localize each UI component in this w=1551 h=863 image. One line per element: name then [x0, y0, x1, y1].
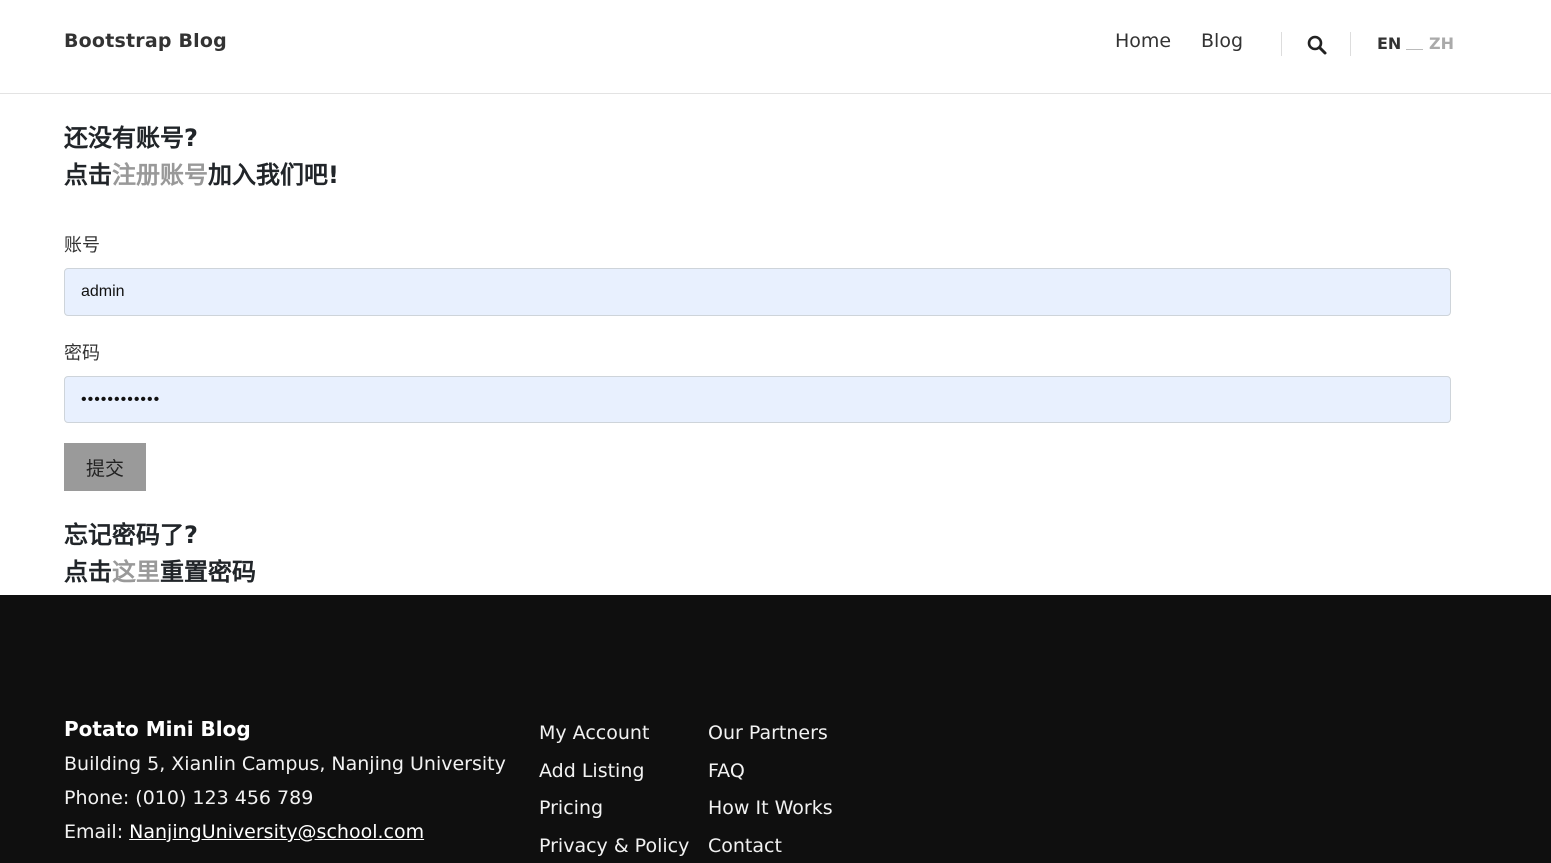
forgot-prefix: 点击: [64, 558, 112, 586]
reset-prompt: 忘记密码了? 点击这里重置密码: [64, 517, 256, 591]
account-input[interactable]: [64, 268, 1451, 316]
footer-email: Email: NanjingUniversity@school.com: [64, 821, 424, 843]
list-item: Add Listing: [539, 760, 689, 798]
navbar: Bootstrap Blog Home Blog EN ZH: [0, 0, 1551, 94]
submit-button[interactable]: 提交: [64, 443, 146, 491]
list-item: Our Partners: [708, 722, 833, 760]
footer-link-contact[interactable]: Contact: [708, 835, 782, 857]
signup-prompt: 还没有账号? 点击注册账号加入我们吧!: [64, 120, 339, 194]
footer-email-label: Email:: [64, 821, 130, 843]
lang-divider: [1406, 49, 1423, 50]
footer-link-faq[interactable]: FAQ: [708, 760, 745, 782]
footer-email-link[interactable]: NanjingUniversity@school.com: [129, 821, 424, 843]
forgot-suffix: 重置密码: [160, 558, 256, 586]
lang-en-link[interactable]: EN: [1377, 34, 1401, 53]
password-label: 密码: [64, 343, 100, 364]
footer-link-how-it-works[interactable]: How It Works: [708, 797, 833, 819]
list-item: My Account: [539, 722, 689, 760]
footer-phone: Phone: (010) 123 456 789: [64, 787, 314, 809]
reset-password-link[interactable]: 这里: [112, 558, 160, 586]
nav-divider: [1281, 32, 1282, 56]
search-icon[interactable]: [1306, 34, 1328, 56]
list-item: Contact: [708, 835, 833, 863]
list-item: Privacy & Policy: [539, 835, 689, 863]
nav-blog-link[interactable]: Blog: [1201, 30, 1243, 52]
list-item: FAQ: [708, 760, 833, 798]
footer-title: Potato Mini Blog: [64, 717, 251, 741]
footer-links-col1: My Account Add Listing Pricing Privacy &…: [539, 722, 689, 863]
footer-link-pricing[interactable]: Pricing: [539, 797, 603, 819]
nav-divider: [1350, 32, 1351, 56]
signup-suffix: 加入我们吧!: [208, 161, 339, 189]
signup-question: 还没有账号?: [64, 124, 198, 152]
brand-logo[interactable]: Bootstrap Blog: [64, 30, 227, 52]
footer-address: Building 5, Xianlin Campus, Nanjing Univ…: [64, 753, 506, 775]
lang-zh-link[interactable]: ZH: [1429, 34, 1454, 53]
footer: Potato Mini Blog Building 5, Xianlin Cam…: [0, 595, 1551, 863]
forgot-question: 忘记密码了?: [64, 521, 198, 549]
footer-link-our-partners[interactable]: Our Partners: [708, 722, 828, 744]
signup-prefix: 点击: [64, 161, 112, 189]
password-input[interactable]: [64, 376, 1451, 423]
account-label: 账号: [64, 235, 100, 256]
footer-link-privacy-policy[interactable]: Privacy & Policy: [539, 835, 689, 857]
nav-home-link[interactable]: Home: [1115, 30, 1171, 52]
list-item: How It Works: [708, 797, 833, 835]
footer-links-col2: Our Partners FAQ How It Works Contact: [708, 722, 833, 863]
list-item: Pricing: [539, 797, 689, 835]
footer-link-add-listing[interactable]: Add Listing: [539, 760, 644, 782]
footer-link-my-account[interactable]: My Account: [539, 722, 649, 744]
register-link[interactable]: 注册账号: [112, 161, 208, 189]
